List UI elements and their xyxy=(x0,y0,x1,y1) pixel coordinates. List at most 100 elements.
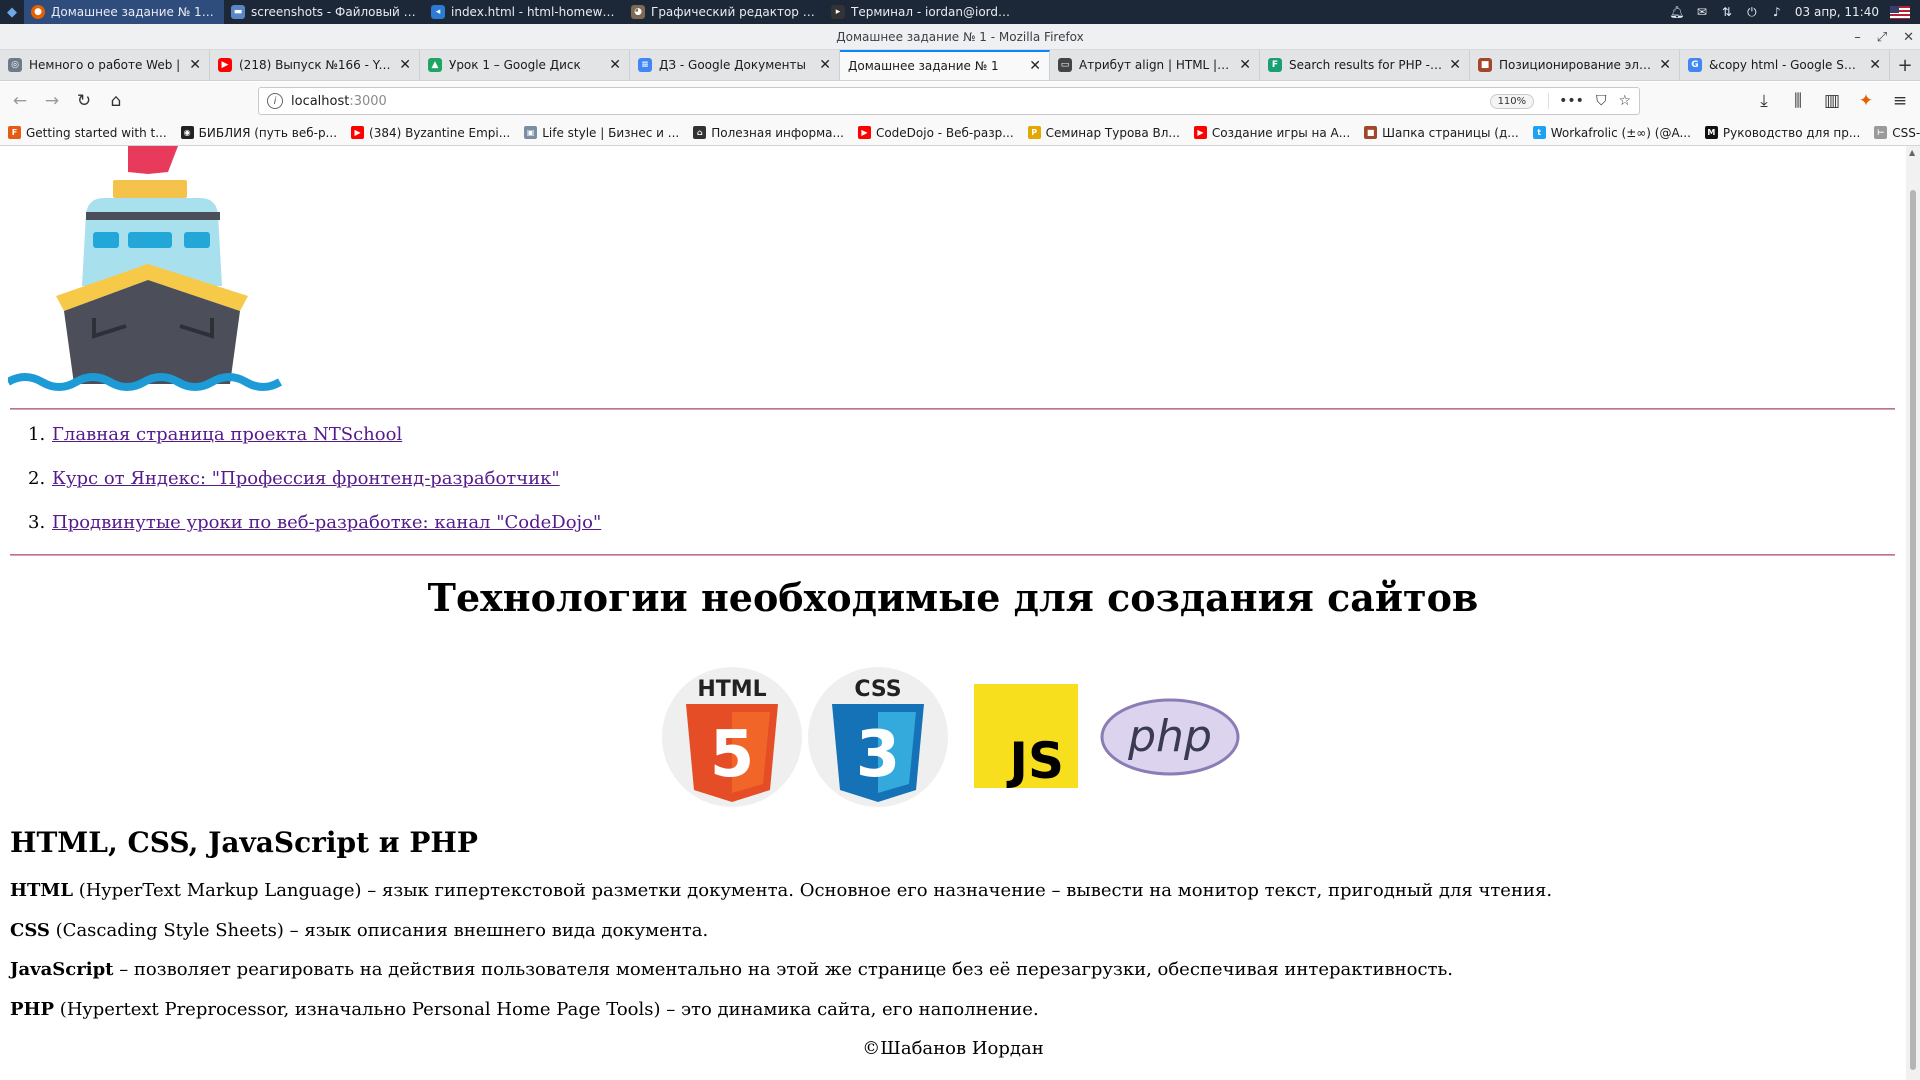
power-icon[interactable]: ⏻ xyxy=(1745,5,1759,19)
technology-logos: HTML 5 CSS 3 JS php xyxy=(662,666,1240,808)
back-button[interactable]: ← xyxy=(6,87,34,115)
bookmark-favicon-icon: P xyxy=(1027,126,1041,139)
bookmark-favicon-icon: ⌂ xyxy=(693,126,707,139)
scroll-up-icon[interactable]: ▲ xyxy=(1909,148,1915,157)
pocket-icon[interactable]: ⛉ xyxy=(1596,93,1607,109)
keyboard-layout-flag-icon[interactable] xyxy=(1890,5,1910,19)
home-button[interactable]: ⌂ xyxy=(102,87,130,115)
svg-text:CSS: CSS xyxy=(854,677,901,702)
zoom-level-badge[interactable]: 110% xyxy=(1489,93,1535,109)
taskbar-item-gimp[interactable]: ◕ Графический редактор GIMP xyxy=(624,0,824,24)
term-javascript: JavaScript xyxy=(10,959,114,980)
tab-google-search[interactable]: G &copy html - Google Search ✕ xyxy=(1680,50,1890,80)
library-icon[interactable]: ⫼ xyxy=(1784,87,1812,115)
horizontal-rule xyxy=(10,554,1895,556)
term-php: PHP xyxy=(10,999,55,1020)
tab-label: Позиционирование элементов xyxy=(1499,58,1652,72)
tab-close-icon[interactable]: ✕ xyxy=(1239,57,1251,73)
bookmark-item[interactable]: ▣ Life style | Бизнес и ... xyxy=(524,126,679,140)
tab-close-icon[interactable]: ✕ xyxy=(1449,57,1461,73)
terminal-icon: ▸ xyxy=(831,5,845,19)
horizontal-rule xyxy=(10,408,1895,410)
tab-google-docs[interactable]: ≡ ДЗ - Google Документы ✕ xyxy=(630,50,840,80)
paragraph-php: PHP (Hypertext Preprocessor, изначально … xyxy=(10,999,1039,1020)
paragraph-css: CSS (Cascading Style Sheets) – язык опис… xyxy=(10,920,708,941)
maximize-icon[interactable]: ⤢ xyxy=(1877,30,1887,45)
close-icon[interactable]: ✕ xyxy=(1903,30,1914,45)
taskbar-item-terminal[interactable]: ▸ Терминал - iordan@iordan-... xyxy=(824,0,1024,24)
mail-icon[interactable]: ✉ xyxy=(1695,5,1709,19)
tab-close-icon[interactable]: ✕ xyxy=(819,57,831,73)
bookmark-item[interactable]: ■ Шапка страницы (д... xyxy=(1364,126,1519,140)
tab-close-icon[interactable]: ✕ xyxy=(1659,57,1671,73)
bookmark-item[interactable]: ▶ CodeDojo - Веб-разр... xyxy=(857,126,1014,140)
url-host: localhost xyxy=(291,93,350,109)
tab-close-icon[interactable]: ✕ xyxy=(1869,57,1881,73)
extension-icon[interactable]: ✦ xyxy=(1852,87,1880,115)
tab-flaticon[interactable]: F Search results for PHP - Flaticon ✕ xyxy=(1260,50,1470,80)
tab-label: Search results for PHP - Flaticon xyxy=(1289,58,1442,72)
term-html: HTML xyxy=(10,880,73,901)
gimp-icon: ◕ xyxy=(631,5,645,19)
svg-text:HTML: HTML xyxy=(697,677,766,702)
page-actions-icon[interactable]: ••• xyxy=(1559,93,1584,109)
svg-text:JS: JS xyxy=(1006,732,1064,790)
taskbar-item-file-manager[interactable]: ▬ screenshots - Файловый ме... xyxy=(224,0,424,24)
tab-positioning[interactable]: ■ Позиционирование элементов ✕ xyxy=(1470,50,1680,80)
bookmark-item[interactable]: M Руководство для пр... xyxy=(1704,126,1860,140)
link-yandex-course[interactable]: Курс от Яндекс: "Профессия фронтенд-разр… xyxy=(52,468,560,489)
clock[interactable]: 03 апр, 11:40 xyxy=(1795,5,1879,19)
forward-button[interactable]: → xyxy=(38,87,66,115)
page-scrollbar[interactable]: ▲ xyxy=(1906,146,1920,1080)
tab-close-icon[interactable]: ✕ xyxy=(1029,58,1041,74)
bookmark-item[interactable]: P Семинар Турова Вл... xyxy=(1027,126,1180,140)
tab-close-icon[interactable]: ✕ xyxy=(609,57,621,73)
notification-bell-icon[interactable]: 🔔︎ xyxy=(1669,5,1684,19)
bookmark-item[interactable]: F Getting started with t... xyxy=(8,126,167,140)
bookmark-label: CSS-таблицы xyxy=(1892,125,1920,140)
volume-icon[interactable]: ♪ xyxy=(1770,5,1784,19)
bookmark-item[interactable]: ▶ (384) Byzantine Empi... xyxy=(351,126,510,140)
taskbar-item-vscode[interactable]: ◂ index.html - html-homework-... xyxy=(424,0,624,24)
hamburger-menu-icon[interactable]: ≡ xyxy=(1886,87,1914,115)
list-item: 2. Курс от Яндекс: "Профессия фронтенд-р… xyxy=(28,468,601,512)
link-ntschool[interactable]: Главная страница проекта NTSchool xyxy=(52,424,402,445)
network-icon[interactable]: ⇅ xyxy=(1720,5,1734,19)
url-bar[interactable]: i localhost :3000 110% ••• ⛉ ☆ xyxy=(258,87,1640,115)
bookmark-item[interactable]: t Workafrolic (±∞) (@A... xyxy=(1532,125,1691,140)
bookmarks-toolbar: F Getting started with t... ◉ БИБЛИЯ (путь… xyxy=(0,120,1920,146)
tab-web-studio[interactable]: ◎ Немного о работе Web | ✕ xyxy=(0,50,210,80)
bookmark-label: Workafrolic (±∞) (@A... xyxy=(1550,125,1691,140)
downloads-icon[interactable]: ⤓ xyxy=(1750,87,1778,115)
svg-text:php: php xyxy=(1127,711,1212,762)
youtube-icon: ▶ xyxy=(1193,126,1207,139)
youtube-icon: ▶ xyxy=(351,126,365,139)
taskbar-item-firefox[interactable]: ● Домашнее задание № 1 - ... xyxy=(24,0,224,24)
bookmark-item[interactable]: ⊢ CSS-таблицы xyxy=(1874,126,1920,140)
minimize-icon[interactable]: – xyxy=(1854,30,1861,45)
new-tab-button[interactable]: + xyxy=(1890,50,1920,80)
tab-close-icon[interactable]: ✕ xyxy=(189,57,201,73)
bookmark-star-icon[interactable]: ☆ xyxy=(1618,93,1631,109)
sidebar-icon[interactable]: ▥ xyxy=(1818,87,1846,115)
scrollbar-thumb[interactable] xyxy=(1910,190,1916,1070)
tab-homework-active[interactable]: Домашнее задание № 1 ✕ xyxy=(840,50,1050,80)
taskbar-item-label: index.html - html-homework-... xyxy=(451,5,617,19)
section-heading: HTML, CSS, JavaScript и PHP xyxy=(10,826,478,859)
bookmark-item[interactable]: ⌂ Полезная информа... xyxy=(693,126,844,140)
site-info-icon[interactable]: i xyxy=(267,93,283,109)
tab-close-icon[interactable]: ✕ xyxy=(399,57,411,73)
tab-favicon-icon: ◎ xyxy=(8,58,22,72)
reload-button[interactable]: ↻ xyxy=(70,87,98,115)
tab-webreference[interactable]: ▭ Атрибут align | HTML | WebReference ✕ xyxy=(1050,50,1260,80)
link-codedojo[interactable]: Продвинутые уроки по веб-разработке: кан… xyxy=(52,512,601,533)
tab-youtube[interactable]: ▶ (218) Выпуск №166 - YouTube ✕ xyxy=(210,50,420,80)
tab-strip: ◎ Немного о работе Web | ✕ ▶ (218) Выпус… xyxy=(0,50,1920,81)
folder-icon: ▬ xyxy=(231,5,245,19)
bookmark-item[interactable]: ▶ Создание игры на А... xyxy=(1193,126,1350,140)
applications-menu-icon[interactable]: ◆ xyxy=(0,0,24,24)
bookmark-item[interactable]: ◉ БИБЛИЯ (путь веб-р... xyxy=(180,126,337,140)
tab-google-drive[interactable]: ▲ Урок 1 – Google Диск ✕ xyxy=(420,50,630,80)
github-icon: ◉ xyxy=(180,126,194,139)
description-php: (Hypertext Preprocessor, изначально Pers… xyxy=(54,999,1039,1020)
